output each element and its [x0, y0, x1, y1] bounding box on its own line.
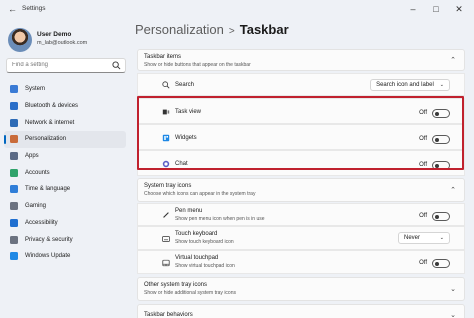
search-dropdown-value: Search icon and label	[376, 82, 434, 88]
sidebar: User Demo m_lab@outlook.com System Blueto…	[0, 20, 130, 318]
sidebar-item-label: Windows Update	[25, 253, 71, 260]
taskbar-items-subtitle: Show or hide buttons that appear on the …	[144, 62, 251, 68]
pen-menu-label: Pen menu	[175, 208, 203, 214]
avatar[interactable]	[8, 28, 32, 52]
sidebar-item-label: Apps	[25, 153, 39, 160]
search-dropdown[interactable]: Search icon and label ⌄	[370, 79, 450, 91]
touch-keyboard-label: Touch keyboard	[175, 231, 218, 237]
bluetooth-devices-icon	[10, 102, 18, 111]
sidebar-item-label: Time & language	[25, 186, 71, 193]
accessibility-icon	[10, 218, 18, 227]
sidebar-item-label: Privacy & security	[25, 236, 73, 243]
maximize-icon[interactable]: □	[427, 2, 445, 16]
pen-menu-toggle[interactable]	[432, 212, 450, 221]
touchpad-icon	[162, 259, 170, 267]
sidebar-item-bluetooth-devices[interactable]: Bluetooth & devices	[4, 98, 126, 115]
chevron-up-icon[interactable]: ⌃	[450, 56, 456, 64]
search-box[interactable]	[6, 58, 126, 73]
virtual-touchpad-label: Virtual touchpad	[175, 255, 219, 261]
time-language-icon	[10, 185, 18, 194]
taskbar-items-title: Taskbar items	[144, 54, 182, 60]
touch-keyboard-subtitle: Show touch keyboard icon	[175, 239, 234, 245]
pen-menu-state: Off	[419, 213, 427, 219]
network-internet-icon	[10, 118, 18, 127]
highlight-box	[137, 96, 464, 170]
sidebar-item-label: Accounts	[25, 169, 50, 176]
sidebar-item-label: Accessibility	[25, 219, 58, 226]
virtual-touchpad-row: Virtual touchpad Show virtual touchpad i…	[137, 250, 465, 274]
sidebar-item-accessibility[interactable]: Accessibility	[4, 215, 126, 232]
taskbar-items-header[interactable]: Taskbar items Show or hide buttons that …	[137, 49, 465, 71]
windows-update-icon	[10, 252, 18, 261]
pen-menu-row: Pen menu Show pen menu icon when pen is …	[137, 203, 465, 226]
sidebar-item-gaming[interactable]: Gaming	[4, 198, 126, 215]
page-title: Taskbar	[239, 22, 289, 37]
search-row: Search Search icon and label ⌄	[137, 73, 465, 96]
sidebar-item-system[interactable]: System	[4, 81, 126, 98]
search-row-label: Search	[175, 82, 195, 88]
other-tray-subtitle: Show or hide additional system tray icon…	[144, 290, 236, 296]
virtual-touchpad-state: Off	[419, 260, 427, 266]
system-tray-title: System tray icons	[144, 183, 192, 189]
user-email: m_lab@outlook.com	[37, 40, 88, 46]
taskbar-behaviors-title: Taskbar behaviors	[144, 312, 193, 318]
sidebar-item-accounts[interactable]: Accounts	[4, 164, 126, 181]
apps-icon	[10, 152, 18, 161]
minimize-icon[interactable]: –	[404, 2, 422, 16]
sidebar-item-windows-update[interactable]: Windows Update	[4, 248, 126, 265]
sidebar-item-label: Network & internet	[25, 119, 75, 126]
sidebar-item-personalization[interactable]: Personalization	[4, 131, 126, 148]
search-input[interactable]	[12, 62, 112, 68]
taskbar-behaviors-header[interactable]: Taskbar behaviors ⌄	[137, 304, 465, 318]
back-arrow-icon[interactable]: ←	[8, 4, 17, 14]
sidebar-item-label: Gaming	[25, 203, 47, 210]
pen-icon	[163, 212, 169, 218]
gaming-icon	[10, 202, 18, 211]
sidebar-item-network-internet[interactable]: Network & internet	[4, 114, 126, 131]
title-bar: ← Settings – □ ✕	[0, 0, 474, 20]
touch-keyboard-value: Never	[404, 235, 421, 241]
pen-menu-subtitle: Show pen menu icon when pen is in use	[175, 216, 265, 222]
virtual-touchpad-toggle[interactable]	[432, 259, 450, 268]
privacy-security-icon	[10, 235, 18, 244]
other-tray-header[interactable]: Other system tray icons Show or hide add…	[137, 277, 465, 301]
chevron-down-icon: ⌄	[439, 82, 444, 88]
user-name: User Demo	[37, 31, 72, 38]
chevron-down-icon[interactable]: ⌄	[450, 311, 456, 318]
window-title: Settings	[22, 5, 46, 12]
personalization-icon	[10, 135, 18, 144]
system-tray-subtitle: Choose which icons can appear in the sys…	[144, 191, 256, 197]
touch-keyboard-dropdown[interactable]: Never ⌄	[398, 232, 450, 244]
chevron-down-icon: ⌄	[439, 235, 444, 241]
breadcrumb-parent[interactable]: Personalization	[135, 22, 224, 37]
system-tray-header[interactable]: System tray icons Choose which icons can…	[137, 178, 465, 202]
keyboard-icon	[162, 236, 170, 242]
system-icon	[10, 85, 18, 94]
sidebar-item-label: Bluetooth & devices	[25, 103, 79, 110]
sidebar-item-label: Personalization	[25, 136, 67, 143]
chevron-up-icon[interactable]: ⌃	[450, 186, 456, 194]
search-icon[interactable]	[112, 61, 121, 70]
chevron-down-icon[interactable]: ⌄	[450, 285, 456, 293]
close-icon[interactable]: ✕	[450, 2, 468, 16]
breadcrumb-separator: >	[228, 26, 235, 37]
touch-keyboard-row: Touch keyboard Show touch keyboard icon …	[137, 226, 465, 250]
virtual-touchpad-subtitle: Show virtual touchpad icon	[175, 263, 235, 269]
other-tray-title: Other system tray icons	[144, 282, 208, 288]
sidebar-item-privacy-security[interactable]: Privacy & security	[4, 231, 126, 248]
search-icon	[162, 81, 170, 89]
sidebar-nav: System Bluetooth & devices Network & inter…	[4, 81, 126, 265]
sidebar-item-label: System	[25, 86, 46, 93]
sidebar-item-apps[interactable]: Apps	[4, 148, 126, 165]
sidebar-item-time-language[interactable]: Time & language	[4, 181, 126, 198]
breadcrumb: Personalization > Taskbar	[135, 22, 289, 37]
accounts-icon	[10, 168, 18, 177]
